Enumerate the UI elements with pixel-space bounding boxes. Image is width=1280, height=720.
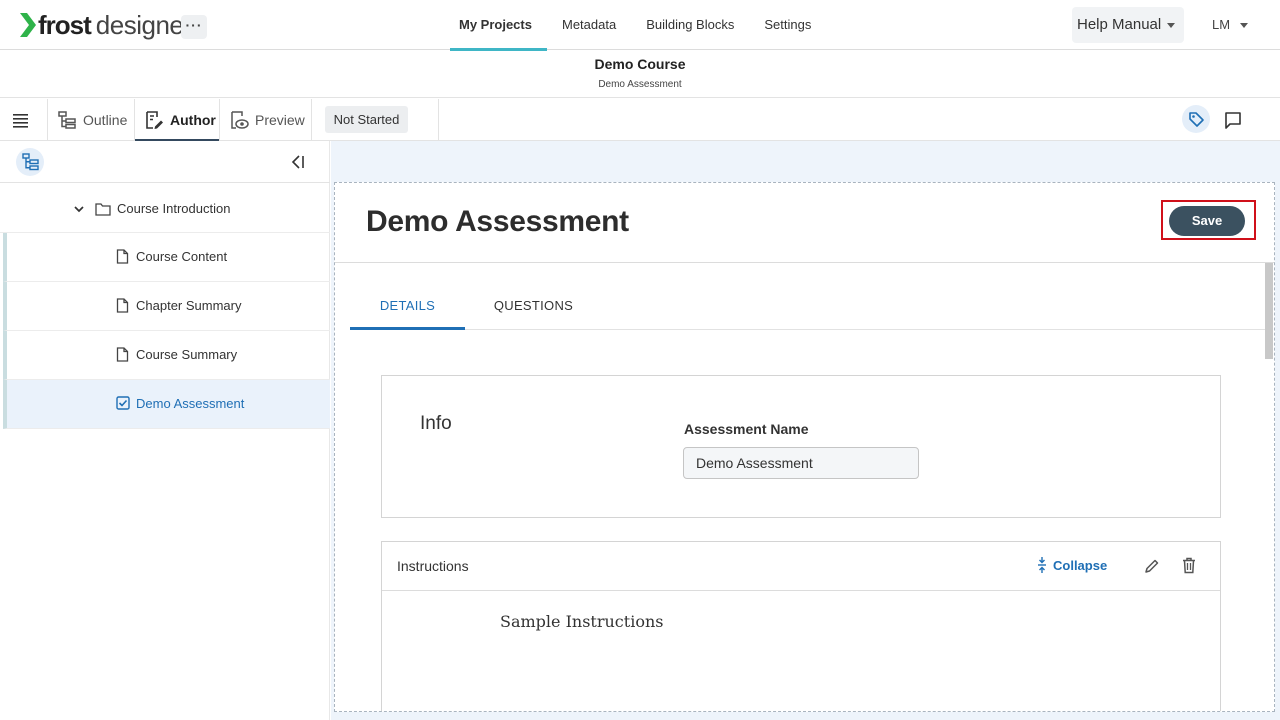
page-icon <box>116 249 129 264</box>
tree-view-button[interactable] <box>16 148 44 176</box>
user-menu[interactable]: LM <box>1212 17 1249 32</box>
nav-metadata[interactable]: Metadata <box>547 0 631 50</box>
tree-item-label: Course Content <box>136 249 228 264</box>
pencil-icon[interactable] <box>1144 558 1160 574</box>
caret-down-icon <box>1240 23 1249 29</box>
toolbar-divider <box>47 99 48 140</box>
tab-outline-label: Outline <box>83 111 128 128</box>
help-manual-dropdown[interactable]: Help Manual <box>1072 7 1184 43</box>
author-toolbar: Outline Author Preview <box>0 99 1280 141</box>
panel-scrollbar[interactable] <box>1265 263 1273 359</box>
sidebar-header <box>0 141 330 183</box>
help-manual-label: Help Manual <box>1077 16 1162 33</box>
tree-item-label: Chapter Summary <box>136 298 242 313</box>
tab-questions[interactable]: QUESTIONS <box>481 283 586 329</box>
top-navbar: frost designer ··· My Projects Metadata … <box>0 0 1280 51</box>
tag-icon <box>1189 112 1204 127</box>
tags-button[interactable] <box>1182 105 1210 133</box>
collapse-arrows-icon <box>1038 557 1046 573</box>
outline-tree-icon <box>58 110 76 129</box>
instructions-section: Instructions Collapse Sample Instruction… <box>381 541 1221 711</box>
toolbar-divider <box>311 99 312 140</box>
status-badge[interactable]: Not Started <box>325 106 408 133</box>
user-initials: LM <box>1212 17 1231 32</box>
outline-sidebar: Course Introduction Course Content Chapt… <box>0 141 330 720</box>
chevron-down-icon[interactable] <box>73 203 85 215</box>
trash-icon[interactable] <box>1182 557 1196 574</box>
author-edit-icon <box>146 110 163 129</box>
caret-down-icon <box>1167 22 1176 28</box>
comment-icon[interactable] <box>1222 109 1244 131</box>
tree-item-course-content[interactable]: Course Content <box>3 233 330 282</box>
logo-chevron-icon <box>20 13 36 37</box>
tree-item-course-summary[interactable]: Course Summary <box>3 331 330 380</box>
assessment-panel: Demo Assessment Save DETAILS QUESTIONS I… <box>334 182 1275 712</box>
main-nav: My Projects Metadata Building Blocks Set… <box>444 0 826 51</box>
assessment-name-input[interactable]: Demo Assessment <box>683 447 919 479</box>
nav-building-blocks[interactable]: Building Blocks <box>631 0 749 50</box>
instructions-header: Instructions Collapse <box>382 542 1220 591</box>
collapse-button[interactable]: Collapse <box>1037 557 1107 573</box>
tab-details[interactable]: DETAILS <box>350 283 465 330</box>
more-options-button[interactable]: ··· <box>181 15 207 39</box>
tree-folder-label: Course Introduction <box>117 201 231 216</box>
page-icon <box>116 298 129 313</box>
course-subtitle: Demo Assessment <box>598 79 682 90</box>
nav-settings[interactable]: Settings <box>749 0 826 50</box>
hamburger-menu-icon[interactable] <box>12 112 30 128</box>
checkbox-icon <box>116 396 130 410</box>
course-title: Demo Course <box>594 56 686 72</box>
tab-preview-label: Preview <box>255 111 305 128</box>
tab-preview[interactable]: Preview <box>229 99 305 140</box>
toolbar-divider <box>438 99 439 140</box>
tree-folder-course-introduction[interactable]: Course Introduction <box>0 184 330 233</box>
tree-item-label: Course Summary <box>136 347 238 362</box>
tab-author-label: Author <box>170 111 216 128</box>
tab-author[interactable]: Author <box>135 99 219 141</box>
logo-text-frost: frost <box>38 9 92 40</box>
tree-item-chapter-summary[interactable]: Chapter Summary <box>3 282 330 331</box>
toolbar-divider <box>219 99 220 140</box>
tab-outline[interactable]: Outline <box>57 99 127 140</box>
preview-eye-icon <box>231 110 249 129</box>
collapse-label: Collapse <box>1053 557 1108 573</box>
tree-item-demo-assessment[interactable]: Demo Assessment <box>3 380 330 429</box>
assessment-tabs: DETAILS QUESTIONS <box>350 283 1265 330</box>
logo-text-designer: designer <box>95 9 192 40</box>
instructions-title: Instructions <box>397 558 469 574</box>
page-icon <box>116 347 129 362</box>
info-section: Info Assessment Name Demo Assessment <box>381 375 1221 518</box>
tree-view-icon <box>22 153 39 171</box>
assessment-header: Demo Assessment Save <box>335 183 1274 263</box>
course-header: Demo Course Demo Assessment <box>0 50 1280 98</box>
frost-designer-logo[interactable]: frost designer <box>20 10 192 40</box>
folder-icon <box>95 203 111 216</box>
collapse-sidebar-icon[interactable] <box>289 153 307 171</box>
tree-item-label: Demo Assessment <box>136 396 245 411</box>
instructions-body-text[interactable]: Sample Instructions <box>500 612 663 631</box>
nav-my-projects[interactable]: My Projects <box>444 0 547 51</box>
assessment-name-label: Assessment Name <box>684 421 809 437</box>
info-title: Info <box>420 413 452 434</box>
save-button[interactable]: Save <box>1169 206 1245 236</box>
assessment-title: Demo Assessment <box>366 205 629 238</box>
